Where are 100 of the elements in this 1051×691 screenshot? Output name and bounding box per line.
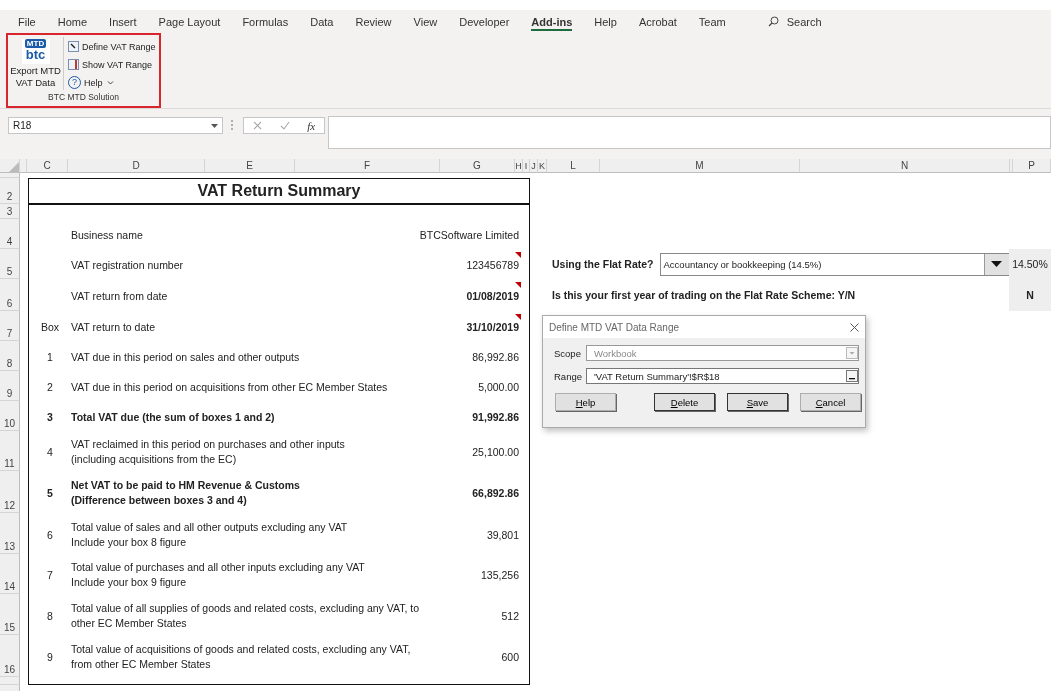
- box-value: 39,801: [486, 527, 519, 543]
- menu-tab[interactable]: Page Layout: [158, 10, 232, 33]
- box-description: Total value of purchases and all other inputs excluding any VAT Include your box 9 figure: [71, 560, 366, 590]
- box-number: 1: [46, 351, 54, 363]
- range-edit-icon: [68, 41, 79, 52]
- dialog-field[interactable]: 'VAT Return Summary'!$R$18: [586, 368, 859, 384]
- box-description: Net VAT to be paid to HM Revenue & Customs (Difference between boxes 3 and 4): [71, 478, 301, 508]
- row-header[interactable]: 3: [0, 204, 20, 219]
- row-header[interactable]: 14: [0, 554, 20, 594]
- menu-tab[interactable]: Formulas: [242, 10, 300, 33]
- rate-cell: 14.50%: [1009, 249, 1051, 279]
- box-description: Total value of acquisitions of goods and related costs, excluding any VAT, from other EC Member States: [71, 642, 412, 672]
- row-header[interactable]: 2: [0, 178, 20, 204]
- field-label: Scope: [554, 347, 582, 359]
- ribbon-button[interactable]: Define VAT Range: [68, 38, 159, 55]
- menu-tab[interactable]: Add-ins: [531, 10, 584, 33]
- field-label: Range: [554, 370, 583, 382]
- collapse-icon[interactable]: [846, 370, 858, 382]
- export-button[interactable]: MTD btc Export MTD VAT Data: [8, 37, 64, 90]
- box-description: VAT reclaimed in this period on purchases and other inputs (including acquisitions from the EC): [71, 437, 346, 467]
- box-description: VAT due in this period on acquisitions from other EC Member States: [71, 379, 389, 395]
- field-label: Business name: [71, 227, 144, 243]
- row-header[interactable]: 10: [0, 401, 20, 431]
- box-number: 6: [46, 528, 54, 541]
- group-label: BTC MTD Solution: [47, 92, 120, 104]
- row-header[interactable]: 12: [0, 471, 20, 513]
- formula-field[interactable]: [328, 116, 1051, 149]
- box-value: 5,000.00: [478, 380, 519, 395]
- column-header[interactable]: D: [68, 159, 205, 173]
- column-header[interactable]: L: [547, 159, 600, 173]
- box-description: Total VAT due (the sum of boxes 1 and 2): [71, 409, 276, 425]
- field-value: 123456789: [466, 259, 519, 271]
- box-number: 8: [46, 609, 54, 622]
- box-number: 4: [46, 446, 54, 458]
- box-number: 3: [46, 411, 54, 423]
- range-icon: [68, 59, 79, 70]
- box-description: VAT due in this period on sales and other outputs: [71, 349, 301, 365]
- row-header[interactable]: 4: [0, 219, 20, 249]
- first-year-label: Is this your first year of trading on the Flat Rate Scheme: Y/N: [552, 289, 856, 301]
- cancel-icon[interactable]: [252, 121, 262, 130]
- box-value: 66,892.86: [472, 486, 519, 501]
- dialog-button[interactable]: Save: [727, 393, 788, 411]
- menu-tab[interactable]: Acrobat: [638, 10, 688, 33]
- ribbon-button[interactable]: Show VAT Range: [68, 56, 159, 73]
- menu-tab[interactable]: Data: [310, 10, 345, 33]
- field-label: VAT registration number: [71, 257, 185, 273]
- box-description: Total value of all supplies of goods and related costs, excluding any VAT, to other EC Member States: [71, 600, 421, 631]
- insert-function-button[interactable]: fx: [307, 119, 316, 132]
- row-header[interactable]: 6: [0, 279, 20, 311]
- dialog-button[interactable]: Cancel: [800, 393, 861, 411]
- menu-tab[interactable]: File: [18, 10, 47, 33]
- menu-tab[interactable]: View: [413, 10, 449, 33]
- column-header[interactable]: [20, 159, 27, 173]
- menu-tab[interactable]: Home: [57, 10, 99, 33]
- box-number: 5: [46, 487, 54, 499]
- menu-tab[interactable]: Team: [698, 10, 737, 33]
- first-year-cell: N: [1009, 279, 1051, 311]
- flat-rate-dropdown[interactable]: Accountancy or bookkeeping (14.5%): [659, 252, 1010, 276]
- close-icon[interactable]: [850, 322, 859, 332]
- row-header[interactable]: 7: [0, 311, 20, 341]
- box-value: 135,256: [481, 568, 519, 583]
- row-header[interactable]: 5: [0, 249, 20, 279]
- menu-tab[interactable]: Review: [355, 10, 403, 33]
- row-header[interactable]: 15: [0, 594, 20, 635]
- menu-tab[interactable]: Insert: [109, 10, 148, 33]
- box-value: 86,992.86: [472, 350, 519, 365]
- row-header[interactable]: 16: [0, 635, 20, 677]
- row-header[interactable]: [0, 173, 20, 178]
- summary-title: VAT Return Summary: [29, 179, 529, 205]
- column-header[interactable]: N: [800, 159, 1010, 173]
- menu-tab[interactable]: Help: [594, 10, 628, 33]
- select-all-button[interactable]: [0, 159, 20, 173]
- row-header[interactable]: 8: [0, 341, 20, 371]
- check-icon[interactable]: [279, 121, 290, 130]
- column-header[interactable]: M: [600, 159, 800, 173]
- column-header[interactable]: C: [27, 159, 68, 173]
- logo: MTD btc: [21, 39, 50, 64]
- search-field[interactable]: Search: [786, 15, 822, 28]
- row-header[interactable]: 11: [0, 431, 20, 471]
- row-header[interactable]: 13: [0, 513, 20, 554]
- box-value: 600: [501, 650, 519, 665]
- dialog-button[interactable]: Help: [555, 393, 616, 411]
- name-box[interactable]: R18: [8, 117, 223, 134]
- flat-rate-label: Using the Flat Rate?: [552, 258, 654, 270]
- field-label: VAT return from date: [71, 288, 169, 304]
- ribbon-button[interactable]: ? Help: [68, 74, 159, 91]
- column-header[interactable]: G: [440, 159, 515, 173]
- box-value: 91,992.86: [472, 410, 519, 425]
- field-value: 31/10/2019: [466, 321, 519, 333]
- row-header[interactable]: [0, 685, 20, 691]
- row-header[interactable]: 9: [0, 371, 20, 401]
- column-header[interactable]: P: [1013, 159, 1051, 173]
- field-value: 01/08/2019: [466, 290, 519, 302]
- search-icon: [767, 16, 779, 27]
- column-header[interactable]: F: [295, 159, 440, 173]
- dialog-button[interactable]: Delete: [654, 393, 715, 411]
- menu-tab[interactable]: Developer: [459, 10, 521, 33]
- field-label: VAT return to date: [71, 319, 157, 335]
- row-header[interactable]: [0, 677, 20, 685]
- column-header[interactable]: E: [205, 159, 295, 173]
